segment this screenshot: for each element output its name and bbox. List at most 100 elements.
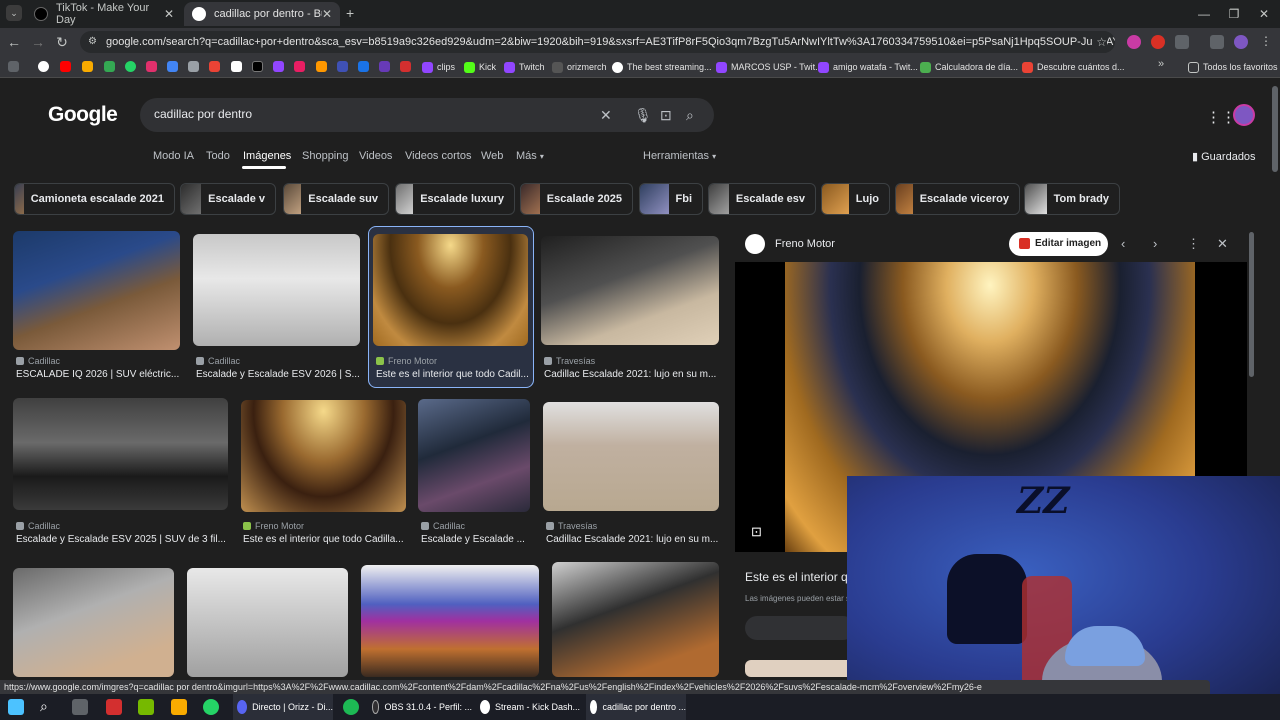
saved-button[interactable]: ▮ Guardados [1192, 150, 1256, 163]
close-icon[interactable]: ✕ [164, 7, 174, 21]
minimize-icon[interactable]: — [1190, 4, 1218, 24]
result-caption[interactable]: Escalade y Escalade ESV 2025 | SUV de 3 … [16, 534, 228, 545]
result-caption[interactable]: ESCALADE IQ 2026 | SUV eléctric... [16, 369, 181, 380]
bookmark-all-favorites[interactable]: Todos los favoritos [1188, 59, 1278, 75]
bookmark-icon[interactable] [104, 61, 115, 72]
lens-icon[interactable]: ⊡ [660, 107, 672, 124]
result-image[interactable] [541, 236, 719, 345]
result-source[interactable]: Cadillac [16, 356, 60, 366]
more-bookmarks-icon[interactable]: » [1158, 58, 1164, 70]
forward-icon[interactable]: → [28, 32, 48, 52]
bookmark-icon[interactable] [379, 61, 390, 72]
result-image[interactable] [418, 399, 530, 512]
result-source[interactable]: Freno Motor [376, 356, 437, 366]
page-scrollbar[interactable] [1272, 86, 1278, 172]
youtube-icon[interactable] [60, 61, 71, 72]
result-caption[interactable]: Escalade y Escalade ESV 2026 | S... [196, 369, 361, 380]
result-image[interactable] [13, 231, 180, 350]
tab-modo-ia[interactable]: Modo IA [153, 150, 194, 162]
new-tab-button[interactable]: + [346, 5, 354, 21]
chip-escalade-esv[interactable]: Escalade esv [708, 183, 816, 215]
taskbar-app-kick[interactable]: Stream - Kick Dash... [480, 694, 580, 720]
bookmark-icon[interactable] [231, 61, 242, 72]
bookmark-icon[interactable] [188, 61, 199, 72]
result-source[interactable]: Cadillac [421, 521, 465, 531]
bookmark-icon[interactable] [294, 61, 305, 72]
tiktok-icon[interactable] [252, 61, 263, 72]
result-image[interactable] [241, 400, 406, 512]
bookmark-amigo[interactable]: amigo watafa - Twit... [818, 59, 918, 75]
bookmark-icon[interactable] [337, 61, 348, 72]
preview-title[interactable]: Este es el interior q [745, 570, 848, 584]
chip-fbi[interactable]: Fbi [639, 183, 703, 215]
result-source[interactable]: Travesías [546, 521, 597, 531]
extension-icon[interactable] [1151, 35, 1165, 49]
reload-icon[interactable]: ↻ [52, 32, 72, 52]
bookmark-orizmerch[interactable]: orizmerch [552, 59, 607, 75]
bookmark-icon[interactable] [316, 61, 327, 72]
chip-camioneta-escalade-2021[interactable]: Camioneta escalade 2021 [14, 183, 175, 215]
edit-image-button[interactable]: Editar imagen [1009, 232, 1108, 256]
address-bar[interactable]: ⚙ google.com/search?q=cadillac+por+dentr… [80, 31, 1115, 53]
bookmark-twitch[interactable]: Twitch [504, 59, 545, 75]
taskbar-app-icon[interactable] [106, 699, 122, 715]
nvidia-icon[interactable] [138, 699, 154, 715]
close-icon[interactable]: ✕ [322, 7, 332, 21]
result-source[interactable]: Cadillac [196, 356, 240, 366]
google-apps-icon[interactable]: ⋮⋮ [1206, 108, 1236, 126]
chip-escalade-viceroy[interactable]: Escalade viceroy [895, 183, 1020, 215]
close-icon[interactable]: ✕ [1217, 236, 1228, 252]
back-icon[interactable]: ← [4, 32, 24, 52]
bookmark-icon[interactable] [209, 61, 220, 72]
account-avatar[interactable] [1233, 104, 1255, 126]
whatsapp-icon[interactable] [125, 61, 136, 72]
search-icon[interactable]: ⌕ [686, 107, 694, 124]
result-image[interactable] [13, 568, 174, 677]
tab-todo[interactable]: Todo [206, 150, 230, 162]
taskbar-app-discord[interactable]: Directo | Orizz - Di... [233, 694, 333, 720]
bookmark-streaming[interactable]: The best streaming... [612, 59, 712, 75]
media-controls-icon[interactable] [1210, 35, 1224, 49]
tab-imagenes[interactable]: Imágenes [243, 150, 291, 162]
previous-icon[interactable]: ‹ [1121, 236, 1125, 251]
share-button[interactable] [745, 616, 855, 640]
spotify-icon[interactable] [343, 699, 359, 715]
google-logo[interactable]: Google [48, 103, 118, 127]
chip-escalade-2025[interactable]: Escalade 2025 [520, 183, 633, 215]
result-image[interactable] [543, 402, 719, 511]
bookmark-clips[interactable]: clips [422, 59, 455, 75]
preview-source[interactable]: Freno Motor [775, 238, 835, 250]
result-image[interactable] [552, 562, 719, 677]
profile-avatar[interactable] [1234, 35, 1248, 49]
tab-mas[interactable]: Más ▾ [516, 150, 544, 162]
taskbar-app-chrome[interactable]: cadillac por dentro ... [586, 694, 686, 720]
tab-google-search[interactable]: cadillac por dentro - Buscar co ✕ [184, 2, 340, 26]
chip-tom-brady[interactable]: Tom brady [1024, 183, 1120, 215]
result-image[interactable] [187, 568, 348, 677]
whatsapp-icon[interactable] [203, 699, 219, 715]
result-caption[interactable]: Cadillac Escalade 2021: lujo en su m... [544, 369, 719, 380]
lens-icon[interactable]: ⊡ [751, 524, 762, 540]
file-explorer-icon[interactable] [171, 699, 187, 715]
tab-videos-cortos[interactable]: Videos cortos [405, 150, 471, 162]
extensions-puzzle-icon[interactable] [1175, 35, 1189, 49]
result-image[interactable] [193, 234, 360, 346]
tab-shopping[interactable]: Shopping [302, 150, 349, 162]
result-source[interactable]: Travesías [544, 356, 595, 366]
bookmark-kick[interactable]: Kick [464, 59, 496, 75]
result-caption[interactable]: Cadillac Escalade 2021: lujo en su m... [546, 534, 719, 545]
clear-icon[interactable]: ✕ [600, 107, 612, 124]
result-source[interactable]: Freno Motor [243, 521, 304, 531]
tab-videos[interactable]: Videos [359, 150, 392, 162]
chip-escalade-v[interactable]: Escalade v [180, 183, 276, 215]
result-image[interactable] [13, 398, 228, 510]
bookmark-marcos[interactable]: MARCOS USP - Twit... [716, 59, 823, 75]
bookmark-star-icon[interactable]: ☆ [1092, 31, 1107, 53]
bookmark-icon[interactable] [400, 61, 411, 72]
bookmark-icon[interactable] [273, 61, 284, 72]
task-view-icon[interactable] [72, 699, 88, 715]
next-icon[interactable]: › [1153, 236, 1157, 251]
windows-start-icon[interactable] [8, 699, 24, 715]
result-caption[interactable]: Escalade y Escalade ... [421, 534, 531, 545]
chip-lujo[interactable]: Lujo [821, 183, 890, 215]
